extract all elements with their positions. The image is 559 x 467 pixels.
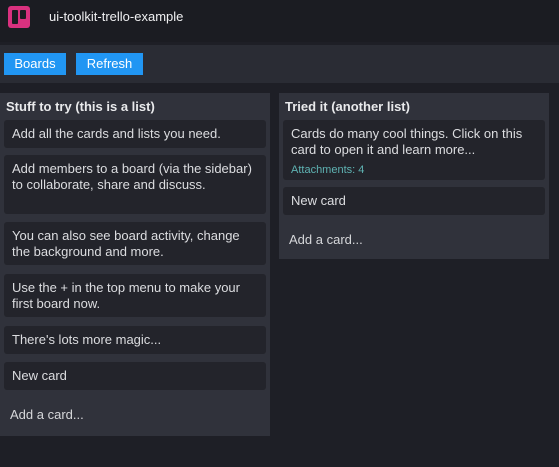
card[interactable]: Add members to a board (via the sidebar)… <box>4 155 266 214</box>
card[interactable]: You can also see board activity, change … <box>4 222 266 265</box>
boards-button[interactable]: Boards <box>4 53 66 75</box>
card[interactable]: Cards do many cool things. Click on this… <box>283 120 545 180</box>
attachments-count: Attachments: 4 <box>291 164 365 176</box>
toolbar: Boards Refresh <box>0 45 559 83</box>
list-stuff-to-try: Stuff to try (this is a list) Add all th… <box>0 93 270 436</box>
card-text: Add members to a board (via the sidebar)… <box>12 161 252 192</box>
title-bar: ui-toolkit-trello-example <box>0 0 559 42</box>
refresh-button[interactable]: Refresh <box>76 53 143 75</box>
list-title: Stuff to try (this is a list) <box>6 99 155 114</box>
card-text: There's lots more magic... <box>12 332 162 347</box>
new-card[interactable]: New card <box>283 187 545 215</box>
add-card-link[interactable]: Add a card... <box>289 232 363 247</box>
card-text: New card <box>291 193 346 208</box>
card-text: Add all the cards and lists you need. <box>12 126 221 141</box>
list-title: Tried it (another list) <box>285 99 410 114</box>
card[interactable]: There's lots more magic... <box>4 326 266 354</box>
add-card-link[interactable]: Add a card... <box>10 407 84 422</box>
card-text: You can also see board activity, change … <box>12 228 240 259</box>
card-text: Use the + in the top menu to make your f… <box>12 280 240 311</box>
card[interactable]: Add all the cards and lists you need. <box>4 120 266 148</box>
card-text: New card <box>12 368 67 383</box>
app-title: ui-toolkit-trello-example <box>49 9 184 24</box>
card-text: Cards do many cool things. Click on this… <box>291 126 523 157</box>
new-card[interactable]: New card <box>4 362 266 390</box>
list-tried-it: Tried it (another list) Cards do many co… <box>279 93 549 259</box>
card[interactable]: Use the + in the top menu to make your f… <box>4 274 266 317</box>
trello-icon <box>8 6 30 28</box>
